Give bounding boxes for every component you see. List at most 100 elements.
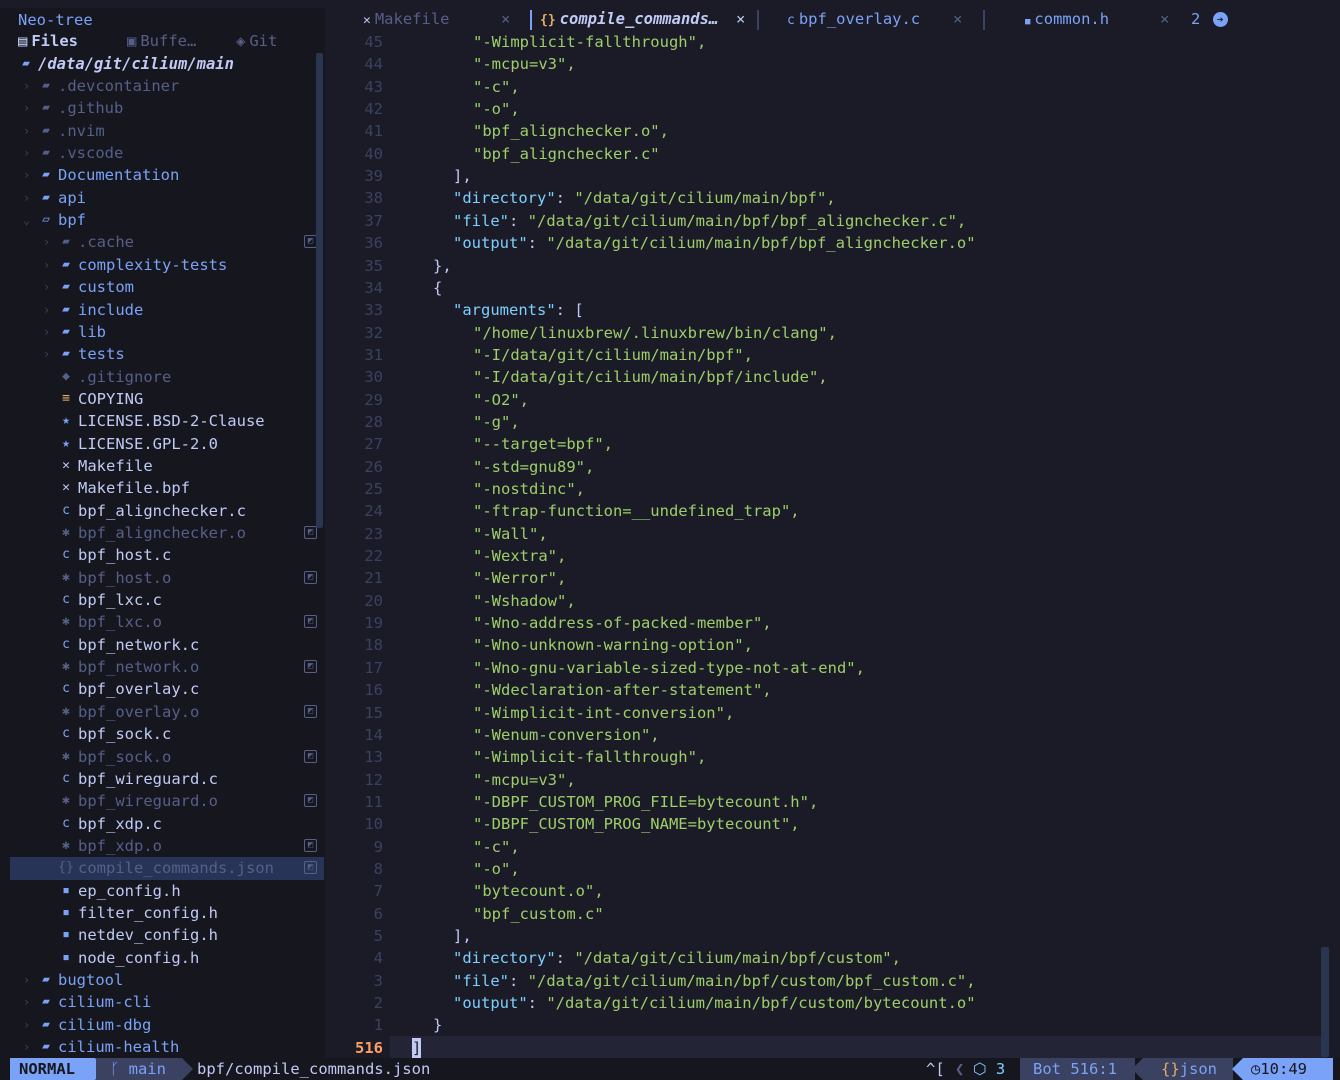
tree-file[interactable]: ✱ bpf_network.o ◩ [10, 656, 324, 678]
tree-file[interactable]: c bpf_sock.c [10, 723, 324, 745]
tree-file[interactable]: ▪ ep_config.h [10, 880, 324, 902]
tree-item-label: .gitignore [78, 367, 172, 386]
tab-compile-commands[interactable]: {} compile_commands… × [540, 8, 745, 31]
tree-file[interactable]: ✕ Makefile.bpf [10, 477, 324, 499]
tree-item-label: include [78, 300, 144, 319]
editor-buffer[interactable]: "-Wimplicit-fallthrough", "-mcpu=v3", "-c"… [412, 31, 1327, 1059]
line-number: 33 [364, 301, 383, 320]
tree-file[interactable]: ◆ .gitignore [10, 366, 324, 388]
tree-file[interactable]: c bpf_host.c [10, 544, 324, 566]
tree-item-label: tests [78, 345, 125, 364]
tab-common-h[interactable]: ■ common.h × [1025, 8, 1169, 31]
tree-folder[interactable]: › ▰ .cache ◩ [10, 231, 324, 253]
chevron-right-icon[interactable]: › [23, 120, 33, 142]
section-separator: ❮ [955, 1060, 965, 1078]
chevron-right-icon[interactable]: › [43, 231, 53, 253]
editor-scrollbar[interactable] [1321, 947, 1329, 1057]
code-line: "-c", [473, 76, 520, 98]
tree-file[interactable]: ✱ bpf_xdp.o ◩ [10, 835, 324, 857]
tab-files[interactable]: ▤ Files [18, 30, 78, 53]
folder-icon: ▰ [62, 234, 70, 250]
chevron-right-icon[interactable]: › [23, 142, 33, 164]
chevron-right-icon[interactable]: › [23, 97, 33, 119]
chevron-right-icon[interactable]: › [43, 343, 53, 365]
tree-scrollbar[interactable] [316, 53, 323, 528]
chevron-right-icon[interactable]: › [43, 254, 53, 276]
tree-file[interactable]: ≡ COPYING [10, 388, 324, 410]
tab-git[interactable]: ◈ Git [236, 30, 277, 53]
tree-file[interactable]: ✱ bpf_alignchecker.o ◩ [10, 522, 324, 544]
tree-item-label: complexity-tests [78, 255, 228, 274]
c-file-icon: c [62, 681, 70, 697]
tree-folder[interactable]: › ▰ .devcontainer [10, 75, 324, 97]
code-line: "-Werror", [473, 567, 566, 589]
tree-file[interactable]: ✱ bpf_lxc.o ◩ [10, 611, 324, 633]
chevron-right-icon[interactable]: › [43, 299, 53, 321]
tree-file[interactable]: ▪ netdev_config.h [10, 924, 324, 946]
json-key: "arguments" [453, 301, 556, 320]
tab-makefile[interactable]: ✕ Makefile × [363, 8, 510, 31]
tree-file[interactable]: ★ LICENSE.BSD-2-Clause [10, 410, 324, 432]
code-line: "-std=gnu89", [473, 456, 594, 478]
tree-folder[interactable]: › ▰ .vscode [10, 142, 324, 164]
tree-file[interactable]: c bpf_lxc.c [10, 589, 324, 611]
chevron-right-icon[interactable]: › [23, 991, 33, 1013]
chevron-right-icon[interactable]: › [23, 1036, 33, 1058]
chevron-right-icon[interactable]: › [23, 187, 33, 209]
tree-file[interactable]: ▪ filter_config.h [10, 902, 324, 924]
tree-folder[interactable]: › ▰ api [10, 187, 324, 209]
tree-file[interactable]: c bpf_wireguard.c [10, 768, 324, 790]
tree-root[interactable]: ▰ /data/git/cilium/main [10, 53, 324, 75]
tree-folder[interactable]: › ▰ lib [10, 321, 324, 343]
json-string: "-I/data/git/cilium/main/bpf/include", [473, 368, 828, 387]
tab-overflow-indicator[interactable]: 2 ➔ [1191, 8, 1228, 31]
tree-file[interactable]: ✱ bpf_wireguard.o ◩ [10, 790, 324, 812]
tab-bpf-overlay[interactable]: c bpf_overlay.c × [787, 8, 962, 31]
chevron-right-icon[interactable]: › [23, 1014, 33, 1036]
tree-file[interactable]: ▪ node_config.h [10, 947, 324, 969]
tab-buffers[interactable]: ▣ Buffe… [127, 30, 196, 53]
tree-file[interactable]: ✱ bpf_overlay.o ◩ [10, 701, 324, 723]
close-icon[interactable]: × [1160, 8, 1169, 31]
json-punctuation: }, [433, 256, 452, 275]
tree-item-label: bpf_lxc.o [78, 613, 162, 632]
close-icon[interactable]: × [501, 8, 510, 31]
close-icon[interactable]: × [953, 8, 962, 31]
tree-file[interactable]: c bpf_overlay.c [10, 678, 324, 700]
tree-folder[interactable]: ⌄ ▱ bpf [10, 209, 324, 231]
tree-folder[interactable]: › ▰ include [10, 299, 324, 321]
tree-file[interactable]: ★ LICENSE.GPL-2.0 [10, 433, 324, 455]
chevron-right-icon[interactable]: › [23, 969, 33, 991]
tree-folder[interactable]: › ▰ cilium-health [10, 1036, 324, 1058]
lsp-status[interactable]: ⬡ 3 [973, 1058, 1005, 1080]
tree-file[interactable]: c bpf_network.c [10, 634, 324, 656]
terminal-window: Neo-tree ▤ Files ▣ Buffe… ◈ Git ▰ /data/git… [0, 0, 1340, 1080]
folder-open-icon: ▱ [42, 212, 50, 228]
tree-file[interactable]: {} compile_commands.json ◩ [10, 857, 324, 880]
tree-item-label: ep_config.h [78, 881, 181, 900]
close-icon[interactable]: × [736, 8, 745, 31]
tree-folder[interactable]: › ▰ .nvim [10, 120, 324, 142]
tree-folder[interactable]: › ▰ cilium-dbg [10, 1014, 324, 1036]
chevron-right-icon[interactable]: › [43, 321, 53, 343]
tree-file[interactable]: c bpf_alignchecker.c [10, 500, 324, 522]
chevron-right-icon[interactable]: › [23, 164, 33, 186]
json-string: "-Wenum-conversion", [473, 725, 660, 744]
tree-folder[interactable]: › ▰ .github [10, 97, 324, 119]
chevron-right-icon[interactable]: › [43, 276, 53, 298]
tree-folder[interactable]: › ▰ tests [10, 343, 324, 365]
chevron-down-icon[interactable]: ⌄ [23, 209, 33, 231]
tree-file[interactable]: ✱ bpf_host.o ◩ [10, 567, 324, 589]
chevron-right-icon[interactable]: › [23, 75, 33, 97]
tree-folder[interactable]: › ▰ Documentation [10, 164, 324, 186]
code-line: "-o", [473, 98, 520, 120]
tree-folder[interactable]: › ▰ custom [10, 276, 324, 298]
tree-folder[interactable]: › ▰ bugtool [10, 969, 324, 991]
tree-folder[interactable]: › ▰ complexity-tests [10, 254, 324, 276]
tree-file[interactable]: c bpf_xdp.c [10, 813, 324, 835]
tree-file[interactable]: ✱ bpf_sock.o ◩ [10, 746, 324, 768]
tree-folder[interactable]: › ▰ cilium-cli [10, 991, 324, 1013]
code-line: "directory": "/data/git/cilium/main/bpf"… [453, 187, 836, 209]
tree-file[interactable]: ✕ Makefile [10, 455, 324, 477]
json-string: "bpf_alignchecker.c" [473, 144, 660, 163]
